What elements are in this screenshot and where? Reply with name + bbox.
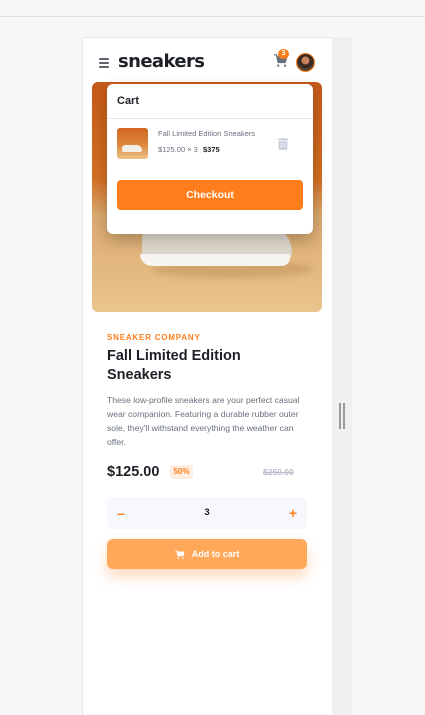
logo: sneakers <box>118 51 205 72</box>
trash-icon[interactable] <box>278 137 288 150</box>
decrease-quantity-button[interactable]: – <box>109 497 133 529</box>
cart-popup: Cart Fall Limited Edition Sneakers $125.… <box>107 84 313 234</box>
discount-badge: 50% <box>170 465 193 479</box>
product-title: Fall Limited Edition Sneakers <box>107 348 241 383</box>
menu-icon[interactable] <box>99 58 109 68</box>
cart-item-unit-price: $125.00 × 3 <box>158 145 198 154</box>
checkout-button[interactable]: Checkout <box>117 180 303 210</box>
product-description: These low-profile sneakers are your perf… <box>107 395 300 447</box>
add-to-cart-label: Add to cart <box>191 549 240 559</box>
cart-icon <box>174 549 185 559</box>
company-label: SNEAKER COMPANY <box>107 333 201 342</box>
cart-item-name: Fall Limited Edition Sneakers <box>158 129 256 138</box>
avatar[interactable] <box>296 53 315 72</box>
quantity-value: 3 <box>204 507 210 518</box>
cart-item-thumbnail <box>117 128 148 159</box>
cart-count-badge: 3 <box>278 49 289 59</box>
increase-quantity-button[interactable]: + <box>281 497 305 529</box>
shoe-sole <box>140 254 290 266</box>
cart-title: Cart <box>117 95 140 107</box>
scrollbar-track[interactable] <box>332 37 352 715</box>
add-to-cart-button[interactable]: Add to cart <box>107 539 307 569</box>
current-price: $125.00 <box>107 464 160 480</box>
cart-divider <box>107 118 313 119</box>
browser-top-rule <box>0 16 425 17</box>
cart-item-total: $375 <box>203 145 220 154</box>
resize-handle[interactable] <box>339 403 345 429</box>
quantity-stepper: 3 – + <box>107 497 307 529</box>
original-price: $250.00 <box>263 467 294 477</box>
